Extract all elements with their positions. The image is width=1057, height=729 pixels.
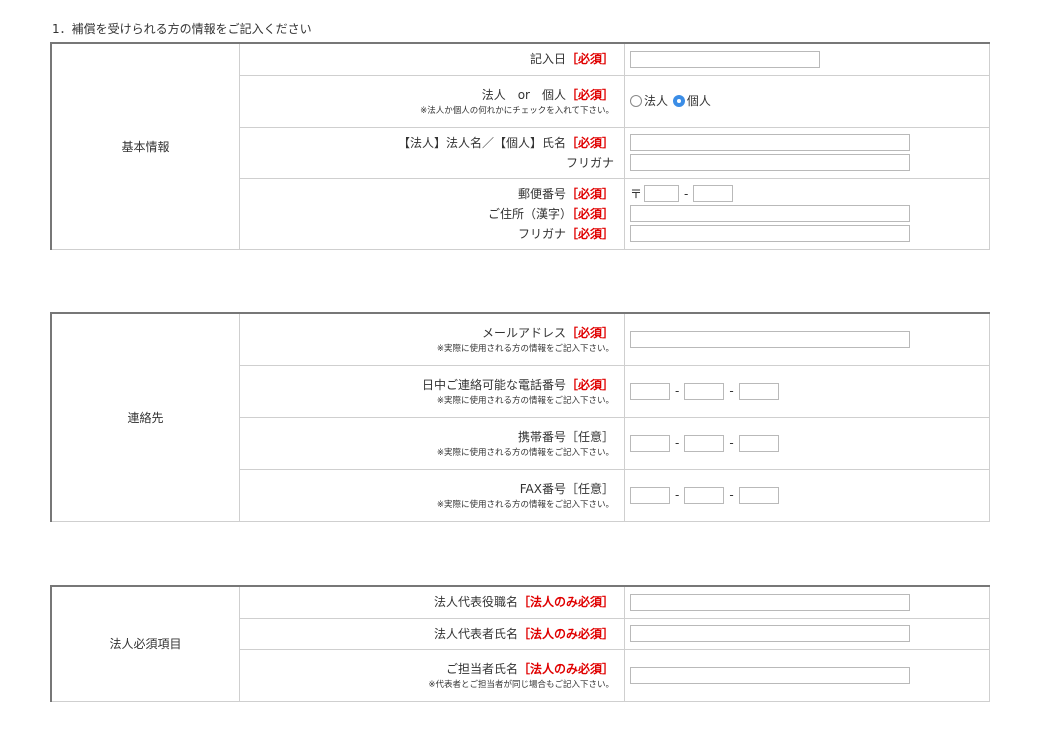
address-label-cell: 郵便番号［必須］ ご住所（漢字）［必須］ フリガナ［必須］: [239, 177, 625, 250]
mobile-label: 携帯番号: [517, 429, 566, 444]
radio-corp-option[interactable]: 法人: [630, 92, 668, 109]
phone-dash: -: [729, 488, 734, 502]
staff-note: ※代表者とご担当者が同じ場合もご記入下さい。: [428, 679, 614, 690]
email-input-cell: [624, 312, 990, 366]
corp-required-tag: ［法人のみ必須］: [517, 595, 614, 610]
staff-input[interactable]: [630, 666, 910, 684]
day-phone-2-input[interactable]: [684, 382, 725, 400]
entity-note: ※法人か個人の何れかにチェックを入れて下さい。: [420, 105, 614, 116]
date-input-cell: [624, 42, 990, 76]
day-phone-input-cell: - -: [624, 364, 990, 418]
optional-tag: ［任意］: [565, 429, 614, 444]
corp-required-tag: ［法人のみ必須］: [517, 626, 614, 641]
basic-info-table: 基本情報 記入日［必須］ 法人 or 個人［必須］ ※法人か個人の何れかにチェッ…: [50, 42, 990, 250]
radio-person-option[interactable]: 個人: [672, 92, 711, 109]
day-phone-1-input[interactable]: [630, 382, 670, 400]
rep-title-input[interactable]: [630, 593, 910, 611]
optional-tag: ［任意］: [565, 481, 614, 496]
fax-2-input[interactable]: [684, 486, 725, 504]
rep-name-input[interactable]: [630, 625, 910, 642]
email-input[interactable]: [630, 330, 910, 348]
radio-corp-label: 法人: [644, 94, 669, 109]
name-furigana-label: フリガナ: [565, 155, 614, 170]
email-label: メールアドレス: [481, 325, 566, 340]
fax-label: FAX番号: [519, 481, 566, 496]
corp-table: 法人必須項目 法人代表役職名［法人のみ必須］ 法人代表者氏名［法人のみ必須］ ご…: [50, 585, 990, 702]
required-tag: ［必須］: [565, 135, 614, 150]
entity-radio-cell: 法人 個人: [624, 74, 990, 128]
corp-title: 法人必須項目: [50, 585, 240, 702]
day-phone-3-input[interactable]: [738, 382, 779, 400]
fax-note: ※実際に使用される方の情報をご記入下さい。: [436, 499, 614, 510]
required-tag: ［必須］: [565, 87, 614, 102]
mobile-2-input[interactable]: [684, 434, 725, 452]
fax-3-input[interactable]: [738, 486, 779, 504]
postal-code-1-input[interactable]: [644, 185, 680, 202]
radio-person[interactable]: [672, 94, 685, 107]
rep-name-input-cell: [624, 617, 990, 650]
radio-corp[interactable]: [630, 94, 642, 107]
mobile-1-input[interactable]: [630, 434, 670, 452]
phone-dash: -: [729, 436, 734, 450]
fax-input-cell: - -: [624, 468, 990, 522]
staff-label: ご担当者氏名: [445, 661, 518, 676]
address-input-cell: 〒 -: [624, 177, 990, 250]
day-phone-label-cell: 日中ご連絡可能な電話番号［必須］ ※実際に使用される方の情報をご記入下さい。: [239, 364, 625, 418]
rep-name-label: 法人代表者氏名: [433, 626, 518, 641]
phone-dash: -: [675, 384, 680, 398]
address-furigana-label: フリガナ: [517, 226, 566, 241]
required-tag: ［必須］: [565, 186, 614, 201]
phone-dash: -: [675, 436, 680, 450]
name-input[interactable]: [630, 134, 910, 151]
entity-label: 法人 or 個人: [481, 87, 566, 102]
rep-title-label-cell: 法人代表役職名［法人のみ必須］: [239, 585, 625, 619]
required-tag: ［必須］: [565, 226, 614, 241]
postal-code-2-input[interactable]: [693, 185, 734, 202]
required-tag: ［必須］: [565, 377, 614, 392]
email-label-cell: メールアドレス［必須］ ※実際に使用される方の情報をご記入下さい。: [239, 312, 625, 366]
required-tag: ［必須］: [565, 52, 614, 67]
mobile-3-input[interactable]: [738, 434, 779, 452]
address-label: ご住所（漢字）: [487, 206, 572, 221]
date-input[interactable]: [630, 50, 820, 68]
address-input[interactable]: [630, 205, 910, 222]
postal-dash: -: [684, 186, 689, 201]
name-furigana-input[interactable]: [630, 154, 910, 171]
contact-table: 連絡先 メールアドレス［必須］ ※実際に使用される方の情報をご記入下さい。 日中…: [50, 312, 990, 522]
entity-label-cell: 法人 or 個人［必須］ ※法人か個人の何れかにチェックを入れて下さい。: [239, 74, 625, 128]
name-input-cell: [624, 126, 990, 179]
contact-title: 連絡先: [50, 312, 240, 522]
name-label: 【法人】法人名／【個人】氏名: [397, 135, 566, 150]
radio-person-label: 個人: [686, 94, 711, 109]
required-tag: ［必須］: [571, 206, 614, 221]
required-tag: ［必須］: [565, 325, 614, 340]
day-phone-note: ※実際に使用される方の情報をご記入下さい。: [436, 395, 614, 406]
phone-dash: -: [729, 384, 734, 398]
basic-info-title: 基本情報: [50, 42, 240, 250]
mobile-note: ※実際に使用される方の情報をご記入下さい。: [436, 447, 614, 458]
mobile-label-cell: 携帯番号［任意］ ※実際に使用される方の情報をご記入下さい。: [239, 416, 625, 470]
phone-dash: -: [675, 488, 680, 502]
rep-title-input-cell: [624, 585, 990, 619]
email-note: ※実際に使用される方の情報をご記入下さい。: [436, 343, 614, 354]
address-furigana-input[interactable]: [630, 225, 910, 242]
postal-mark: 〒: [630, 187, 643, 201]
rep-name-label-cell: 法人代表者氏名［法人のみ必須］: [239, 617, 625, 650]
fax-label-cell: FAX番号［任意］ ※実際に使用される方の情報をご記入下さい。: [239, 468, 625, 522]
section-heading: 1．補償を受けられる方の情報をご記入ください: [52, 22, 312, 36]
date-label-cell: 記入日［必須］: [239, 42, 625, 76]
staff-input-cell: [624, 648, 990, 702]
fax-1-input[interactable]: [630, 486, 670, 504]
postal-label: 郵便番号: [517, 186, 566, 201]
mobile-input-cell: - -: [624, 416, 990, 470]
rep-title-label: 法人代表役職名: [433, 595, 518, 610]
date-label: 記入日: [529, 52, 566, 67]
day-phone-label: 日中ご連絡可能な電話番号: [421, 377, 566, 392]
staff-label-cell: ご担当者氏名［法人のみ必須］ ※代表者とご担当者が同じ場合もご記入下さい。: [239, 648, 625, 702]
corp-required-tag: ［法人のみ必須］: [517, 661, 614, 676]
name-label-cell: 【法人】法人名／【個人】氏名［必須］ フリガナ: [239, 126, 625, 179]
